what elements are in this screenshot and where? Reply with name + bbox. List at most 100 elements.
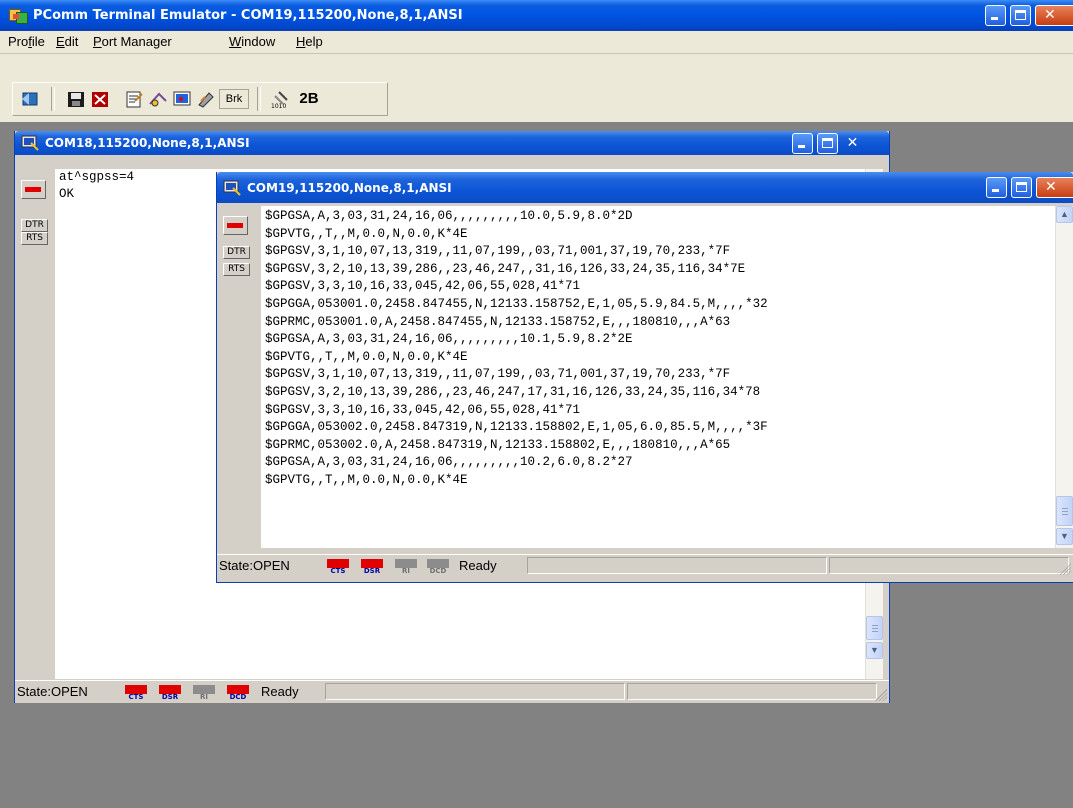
com19-status-field [829,557,1069,574]
terminal-line: $GPRMC,053002.0,A,2458.847319,N,12133.15… [265,437,731,452]
com19-signal-panel: DTR RTS [221,212,255,552]
terminal-line: $GPRMC,053001.0,A,2458.847455,N,12133.15… [265,314,731,329]
close-button[interactable]: ✕ [1035,5,1073,26]
maximize-icon [822,138,833,148]
com19-dtr-button[interactable]: DTR [223,246,250,259]
com18-dsr-indicator: DSR [159,685,181,701]
com19-window[interactable]: COM19,115200,None,8,1,ANSI ✕ DTR RTS $GP… [216,172,1073,583]
com18-scroll-down-button[interactable]: ▼ [866,642,883,659]
com19-scroll-thumb[interactable] [1056,496,1073,526]
com18-close-button[interactable]: ✕ [842,133,863,154]
toolbar-separator [257,87,261,111]
open-session-button[interactable] [19,89,41,109]
status-led-icon [227,223,243,228]
toolbar-separator [51,87,55,111]
com19-connect-toggle[interactable] [223,216,248,235]
com19-state-text: State:OPEN [219,558,290,573]
close-icon: ✕ [1045,179,1057,195]
com18-minimize-button[interactable] [792,133,813,154]
com19-vertical-scrollbar[interactable]: ▲ ▼ [1055,206,1073,548]
com19-minimize-button[interactable] [986,177,1007,198]
terminal-line: $GPGSV,3,2,10,13,39,286,,23,46,247,,31,1… [265,261,746,276]
com19-terminal[interactable]: $GPGSA,A,3,03,31,24,16,06,,,,,,,,,10.0,5… [260,205,1073,549]
terminal-button[interactable] [171,89,193,109]
dial-icon [198,92,214,108]
properties-button[interactable] [123,89,145,109]
com18-ready-text: Ready [261,684,299,699]
save-button[interactable] [65,89,87,109]
main-title-bar[interactable]: PComm Terminal Emulator - COM19,115200,N… [0,0,1073,31]
com18-ri-indicator: RI [193,685,215,701]
save-icon [68,92,84,107]
com18-status-field [627,683,877,700]
close-icon: ✕ [846,135,859,151]
terminal-line: $GPGSA,A,3,03,31,24,16,06,,,,,,,,,10.0,5… [265,209,633,223]
com19-scroll-down-button[interactable]: ▼ [1056,528,1073,545]
com19-title: COM19,115200,None,8,1,ANSI [247,181,452,195]
window-title: PComm Terminal Emulator - COM19,115200,N… [33,8,463,23]
menu-edit[interactable]: Edit [56,34,78,49]
com18-maximize-button[interactable] [817,133,838,154]
chevron-down-icon: ▼ [1060,531,1069,541]
transfer-button[interactable] [147,89,169,109]
terminal-line: $GPGSV,3,1,10,07,13,319,,11,07,199,,03,7… [265,244,731,259]
terminal-line: OK [59,187,75,201]
menu-window[interactable]: Window [229,34,275,49]
binary-button[interactable]: 1010 [269,89,291,110]
dial-button[interactable] [195,89,217,109]
com18-status-bar: State:OPEN CTS DSR RI DCD Ready [15,680,889,703]
terminal-window-icon [21,135,39,151]
com18-scroll-thumb[interactable] [866,616,883,640]
maximize-button[interactable] [1010,5,1031,26]
dsr-label: DSR [363,567,381,575]
terminal-line: $GPGSA,A,3,03,31,24,16,06,,,,,,,,,10.1,5… [265,332,633,347]
toolbar: Brk 1010 2B [0,54,1073,122]
com18-cts-indicator: CTS [125,685,147,701]
pcomm-app-icon[interactable] [9,7,28,24]
com19-close-button[interactable]: ✕ [1036,177,1073,198]
terminal-line: $GPGSV,3,3,10,16,33,045,42,06,55,028,41*… [265,279,581,294]
log-button[interactable] [89,89,111,109]
com18-state-text: State:OPEN [17,684,88,699]
two-byte-button[interactable]: 2B [295,89,323,109]
cts-label: CTS [128,693,144,701]
com19-scroll-up-button[interactable]: ▲ [1056,206,1073,223]
close-icon: ✕ [1044,7,1056,23]
com18-title: COM18,115200,None,8,1,ANSI [45,136,250,150]
terminal-line: $GPGSV,3,1,10,07,13,319,,11,07,199,,03,7… [265,367,731,382]
terminal-line: $GPVTG,,T,,M,0.0,N,0.0,K*4E [265,473,468,487]
com19-ri-indicator: RI [395,559,417,575]
break-button[interactable]: Brk [219,89,249,109]
com18-rts-button[interactable]: RTS [21,232,48,245]
minimize-button[interactable] [985,5,1006,26]
chevron-down-icon: ▼ [870,645,879,655]
com19-maximize-button[interactable] [1011,177,1032,198]
menu-profile[interactable]: Profile [8,34,45,49]
break-label: Brk [225,93,243,105]
dcd-label: DCD [229,693,247,701]
com18-status-field [325,683,625,700]
transfer-icon [149,92,167,107]
com19-dcd-indicator: DCD [427,559,449,575]
terminal-icon [173,91,191,106]
com18-dtr-button[interactable]: DTR [21,219,48,232]
menu-port-manager[interactable]: Port Manager [93,34,172,49]
resize-grip-icon[interactable] [875,689,887,701]
terminal-line: $GPGSV,3,2,10,13,39,286,,23,46,247,17,31… [265,385,761,399]
minimize-icon [992,189,999,192]
dsr-label: DSR [161,693,179,701]
menu-help[interactable]: Help [296,34,323,49]
com19-rts-button[interactable]: RTS [223,263,250,276]
com18-signal-panel: DTR RTS [19,169,53,679]
com19-title-bar[interactable]: COM19,115200,None,8,1,ANSI ✕ [217,172,1073,203]
com18-connect-toggle[interactable] [21,180,46,199]
menu-bar: Profile Edit Port Manager Window Help [0,31,1073,54]
terminal-line: $GPGSA,A,3,03,31,24,16,06,,,,,,,,,10.2,6… [265,455,633,470]
binary-icon: 1010 [271,91,288,110]
com19-status-field [527,557,827,574]
chevron-up-icon: ▲ [1060,209,1069,219]
resize-grip-icon[interactable] [1059,563,1071,575]
two-byte-label: 2B [299,90,319,107]
com19-dsr-indicator: DSR [361,559,383,575]
com18-title-bar[interactable]: COM18,115200,None,8,1,ANSI ✕ [15,131,889,155]
